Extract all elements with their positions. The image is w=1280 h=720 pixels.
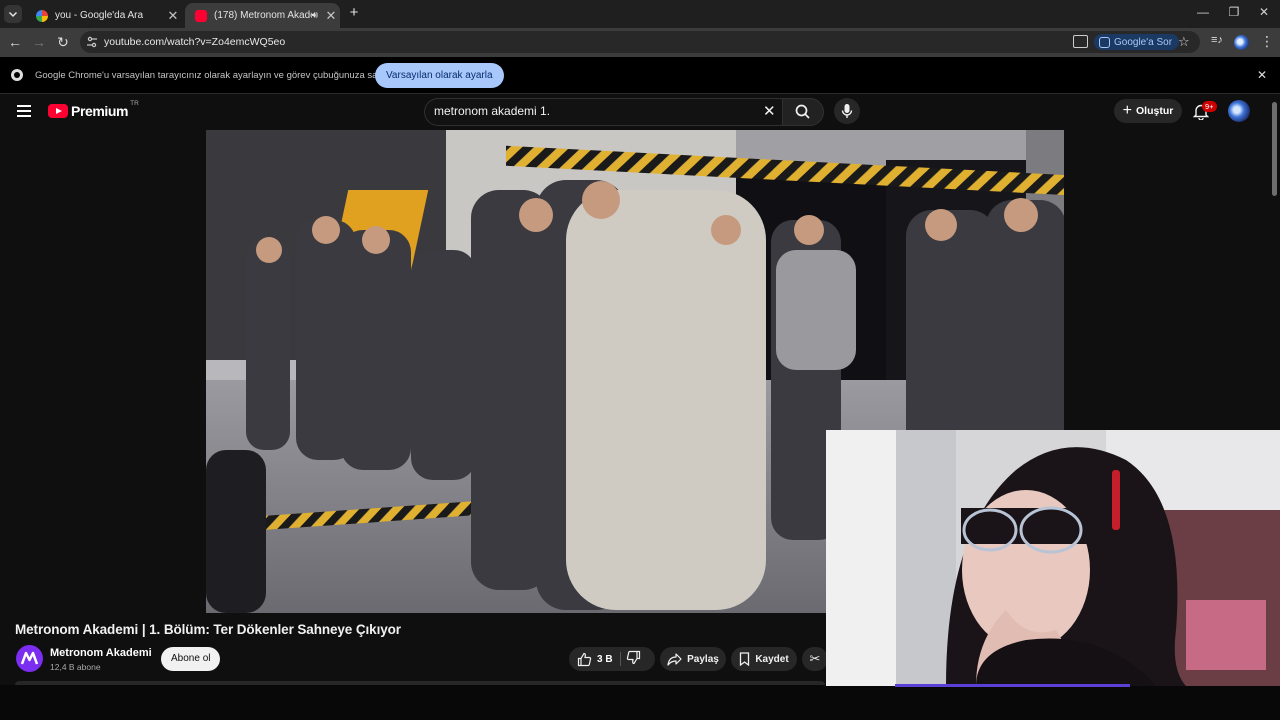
metronom-logo-icon: [20, 651, 39, 665]
taskbar: [0, 685, 1280, 720]
create-label: Oluştur: [1136, 105, 1174, 117]
account-avatar[interactable]: [1228, 100, 1250, 122]
description-box[interactable]: [15, 681, 825, 685]
new-tab-button[interactable]: +: [345, 4, 363, 22]
google-icon: [36, 9, 48, 22]
youtube-icon: [195, 9, 207, 22]
like-count: 3 B: [597, 653, 613, 665]
restore-icon[interactable]: ❐: [1219, 5, 1249, 19]
close-infobar-icon[interactable]: ✕: [1257, 68, 1267, 82]
plus-icon: +: [1122, 102, 1132, 119]
close-tab-icon[interactable]: ✕: [322, 8, 340, 24]
forward-icon[interactable]: →: [31, 34, 47, 50]
webcam-overlay: [826, 430, 1280, 686]
hamburger-menu-icon[interactable]: [17, 105, 31, 117]
close-window-icon[interactable]: ✕: [1249, 5, 1279, 19]
tab-google-search[interactable]: you - Google'da Ara ✕: [26, 3, 182, 28]
like-divider: [620, 652, 621, 666]
share-icon: [667, 652, 682, 666]
bookmark-star-icon[interactable]: ☆: [1178, 34, 1190, 50]
reload-icon[interactable]: ↻: [55, 34, 71, 50]
ask-google-button[interactable]: Google'a Sor: [1094, 34, 1180, 50]
share-button[interactable]: Paylaş: [660, 647, 726, 671]
clear-search-icon[interactable]: ✕: [763, 102, 776, 120]
profile-avatar[interactable]: [1234, 35, 1249, 50]
url-text[interactable]: youtube.com/watch?v=Zo4emcWQ5eo: [104, 36, 285, 48]
site-info-icon[interactable]: [86, 35, 98, 49]
region-code: TR: [130, 100, 139, 107]
save-label: Kaydet: [755, 653, 789, 665]
search-icon: [795, 104, 810, 119]
close-tab-icon[interactable]: ✕: [164, 8, 182, 24]
video-title: Metronom Akademi | 1. Bölüm: Ter Dökenle…: [15, 622, 401, 637]
back-icon[interactable]: ←: [7, 34, 23, 50]
set-default-button[interactable]: Varsayılan olarak ayarla: [375, 63, 504, 88]
scissors-icon: ✂: [809, 651, 821, 666]
save-bookmark-icon: [740, 652, 750, 666]
create-button[interactable]: + Oluştur: [1114, 99, 1182, 123]
microphone-icon: [841, 104, 853, 118]
google-lens-icon: [1099, 36, 1110, 48]
youtube-play-icon: [48, 104, 68, 118]
voice-search-button[interactable]: [834, 98, 860, 124]
search-button[interactable]: [782, 98, 824, 126]
thumbs-up-icon: [577, 652, 592, 666]
webcam-frame: [826, 430, 1280, 686]
save-button[interactable]: Kaydet: [731, 647, 797, 671]
channel-avatar[interactable]: [16, 645, 43, 672]
subscribe-button[interactable]: Abone ol: [161, 647, 221, 671]
media-controls-icon[interactable]: ≡♪: [1211, 34, 1223, 46]
share-label: Paylaş: [687, 653, 719, 665]
subscriber-count: 12,4 B abone: [50, 662, 101, 672]
notification-count-badge: 9+: [1202, 101, 1217, 112]
audio-playing-icon[interactable]: 🔊︎: [312, 10, 318, 21]
tab-youtube-video[interactable]: (178) Metronom Akademi | 🔊︎ ✕: [185, 3, 340, 28]
install-app-icon[interactable]: [1073, 35, 1088, 48]
clip-button[interactable]: ✂: [802, 647, 828, 671]
minimize-icon[interactable]: —: [1188, 5, 1218, 19]
chrome-menu-icon[interactable]: ⋮: [1260, 33, 1274, 50]
chrome-logo-icon: [11, 69, 23, 81]
thumbs-down-icon: [626, 650, 641, 665]
search-query[interactable]: metronom akademi 1.: [434, 104, 550, 118]
dislike-button[interactable]: [626, 650, 641, 670]
tab-title: you - Google'da Ara: [55, 10, 144, 21]
channel-name[interactable]: Metronom Akademi: [50, 647, 152, 659]
chevron-down-icon: [8, 11, 18, 18]
infobar-message: Google Chrome'u varsayılan tarayıcınız o…: [35, 70, 407, 81]
webcam-progress-strip: [895, 684, 1130, 687]
ask-google-label: Google'a Sor: [1114, 36, 1173, 48]
tab-search-menu-button[interactable]: [4, 5, 22, 23]
youtube-logo-text: Premium: [71, 103, 129, 119]
like-button[interactable]: 3 B: [569, 647, 619, 671]
scrollbar-thumb[interactable]: [1272, 102, 1277, 196]
tab-title: (178) Metronom Akademi |: [214, 10, 312, 21]
youtube-logo[interactable]: Premium TR: [48, 100, 139, 119]
